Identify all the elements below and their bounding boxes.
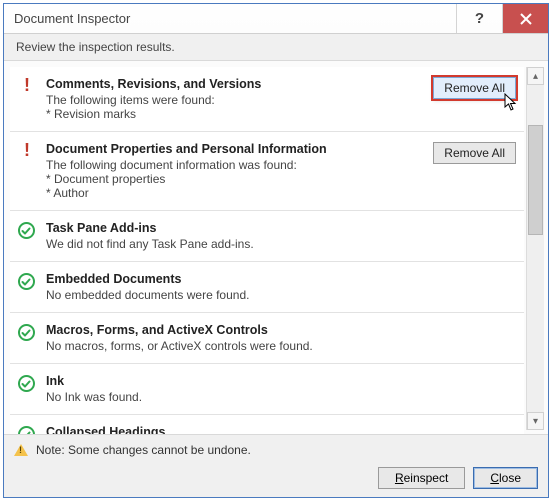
scrollbar[interactable]: ▴ ▾ [526, 67, 544, 430]
result-section: Task Pane Add-ins We did not find any Tas… [10, 211, 524, 262]
footer-note: Note: Some changes cannot be undone. [36, 443, 251, 457]
section-body: Macros, Forms, and ActiveX Controls No ma… [46, 323, 516, 353]
checkmark-icon [16, 426, 36, 434]
scroll-up-icon[interactable]: ▴ [527, 67, 544, 85]
section-title: Embedded Documents [46, 272, 516, 286]
section-body: Document Properties and Personal Informa… [46, 142, 423, 200]
results-list: ! Comments, Revisions, and Versions The fo… [10, 67, 524, 434]
reinspect-button[interactable]: Reinspect [378, 467, 465, 489]
checkmark-icon [16, 222, 36, 239]
section-description: No embedded documents were found. [46, 288, 516, 302]
checkmark-icon [16, 324, 36, 341]
section-description: The following document information was f… [46, 158, 423, 200]
section-title: Ink [46, 374, 516, 388]
footer-buttons: Reinspect Close [14, 467, 538, 489]
result-section: Macros, Forms, and ActiveX Controls No ma… [10, 313, 524, 364]
section-description: No Ink was found. [46, 390, 516, 404]
footer: Note: Some changes cannot be undone. Rei… [4, 435, 548, 497]
section-title: Document Properties and Personal Informa… [46, 142, 423, 156]
section-title: Task Pane Add-ins [46, 221, 516, 235]
section-description: We did not find any Task Pane add-ins. [46, 237, 516, 251]
section-title: Macros, Forms, and ActiveX Controls [46, 323, 516, 337]
warning-icon [14, 444, 28, 456]
help-button[interactable]: ? [456, 4, 502, 33]
close-window-button[interactable] [502, 4, 548, 33]
remove-all-button[interactable]: Remove All [433, 77, 516, 99]
section-body: Embedded Documents No embedded documents … [46, 272, 516, 302]
section-description: The following items were found: * Revisi… [46, 93, 423, 121]
section-body: Collapsed Headings [46, 425, 516, 434]
footer-note-row: Note: Some changes cannot be undone. [14, 443, 538, 457]
scroll-down-icon[interactable]: ▾ [527, 412, 544, 430]
result-section: Ink No Ink was found. [10, 364, 524, 415]
section-title: Collapsed Headings [46, 425, 516, 434]
close-button[interactable]: Close [473, 467, 538, 489]
section-title: Comments, Revisions, and Versions [46, 77, 423, 91]
checkmark-icon [16, 375, 36, 392]
scroll-track[interactable] [527, 85, 544, 412]
window-title: Document Inspector [4, 4, 456, 33]
document-inspector-dialog: Document Inspector ? Review the inspecti… [3, 3, 549, 498]
result-section: ! Comments, Revisions, and Versions The fo… [10, 67, 524, 132]
section-body: Task Pane Add-ins We did not find any Tas… [46, 221, 516, 251]
result-section: ! Document Properties and Personal Inform… [10, 132, 524, 211]
section-body: Ink No Ink was found. [46, 374, 516, 404]
result-section: Collapsed Headings [10, 415, 524, 434]
section-description: No macros, forms, or ActiveX controls we… [46, 339, 516, 353]
remove-all-button[interactable]: Remove All [433, 142, 516, 164]
alert-icon: ! [16, 143, 36, 161]
results-area: ! Comments, Revisions, and Versions The fo… [4, 61, 548, 435]
scroll-thumb[interactable] [528, 125, 543, 235]
result-section: Embedded Documents No embedded documents … [10, 262, 524, 313]
subheader-text: Review the inspection results. [4, 34, 548, 61]
section-body: Comments, Revisions, and Versions The fol… [46, 77, 423, 121]
alert-icon: ! [16, 78, 36, 96]
titlebar: Document Inspector ? [4, 4, 548, 34]
checkmark-icon [16, 273, 36, 290]
